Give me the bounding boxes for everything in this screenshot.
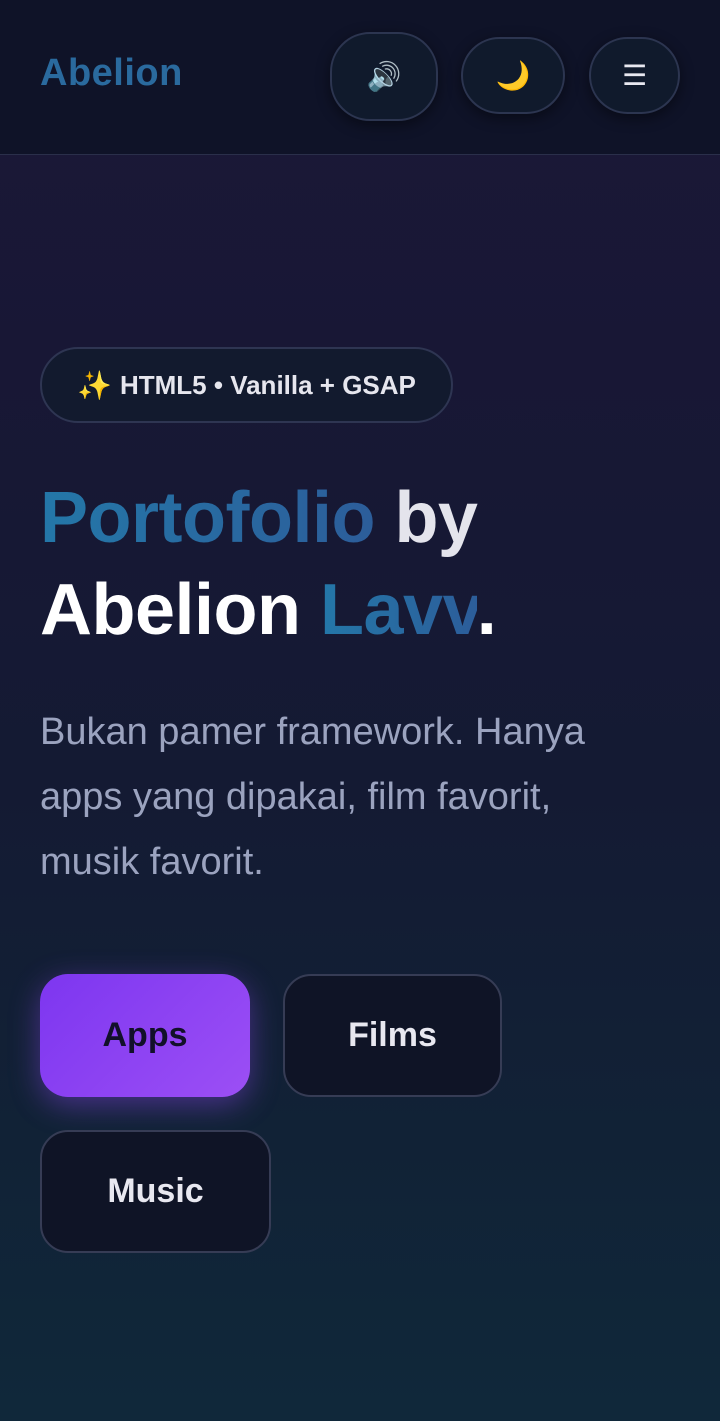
filter-apps-label: Apps [102, 1016, 188, 1054]
hero-title-by: by [374, 478, 478, 558]
brand-logo[interactable]: Abelion [40, 52, 183, 95]
filter-apps-button[interactable]: Apps [40, 974, 250, 1097]
sparkles-icon: ✨ [77, 369, 112, 401]
menu-button[interactable]: ☰ [589, 37, 680, 114]
tech-badge-label: HTML5 • Vanilla + GSAP [119, 369, 416, 400]
filter-films-button[interactable]: Films [283, 974, 502, 1097]
filter-music-label: Music [107, 1172, 204, 1210]
filter-music-button[interactable]: Music [40, 1130, 271, 1253]
sound-toggle-button[interactable]: 🔊 [330, 32, 438, 121]
tech-badge: ✨ HTML5 • Vanilla + GSAP [40, 347, 453, 423]
moon-icon: 🌙 [495, 60, 531, 91]
speaker-icon: 🔊 [366, 61, 402, 92]
hero-title-lavv: Lavv [320, 570, 477, 650]
filter-films-label: Films [348, 1016, 437, 1054]
hamburger-icon: ☰ [621, 60, 648, 91]
top-header: Abelion 🔊 🌙 ☰ [0, 0, 720, 155]
hero-title: Portofolio by Abelion Lavv. [40, 472, 700, 656]
hero-title-portofolio: Portofolio [40, 478, 375, 558]
hero-title-period: . [476, 570, 497, 650]
hero-title-abelion: Abelion [40, 570, 320, 650]
theme-toggle-button[interactable]: 🌙 [461, 37, 565, 114]
hero-description: Bukan pamer framework. Hanya apps yang d… [40, 711, 585, 883]
